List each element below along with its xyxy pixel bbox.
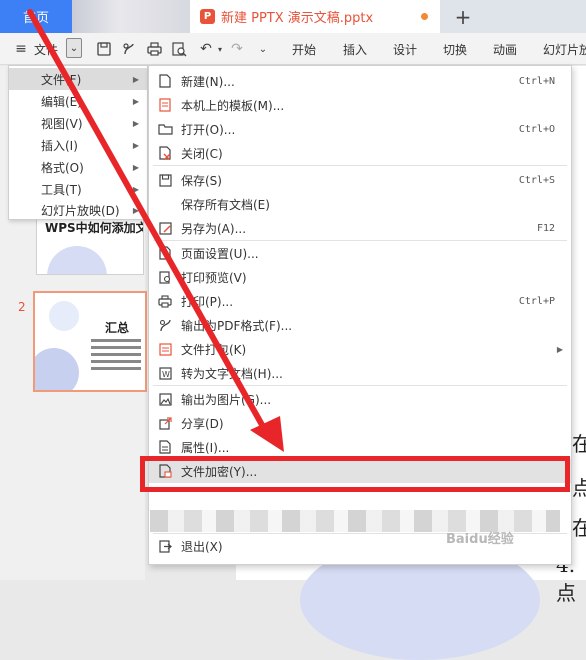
annotation-arrow — [27, 9, 284, 452]
watermark-logo: Baidu经验 — [446, 532, 514, 547]
